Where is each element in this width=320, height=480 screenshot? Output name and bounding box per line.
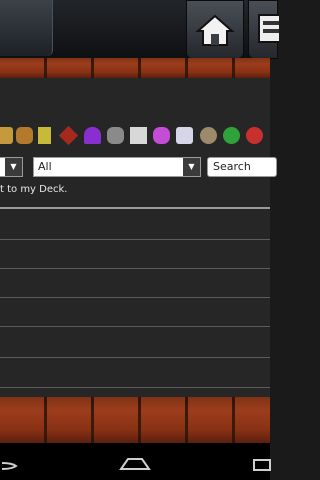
deck-icon bbox=[258, 14, 279, 43]
set-icon-8[interactable] bbox=[153, 127, 170, 144]
list-divider bbox=[0, 239, 270, 240]
left-tab[interactable] bbox=[0, 0, 53, 56]
set-icon-1[interactable] bbox=[0, 127, 13, 144]
set-icon-2[interactable] bbox=[16, 127, 33, 144]
list-divider bbox=[0, 268, 270, 269]
brick-band-top bbox=[0, 58, 270, 78]
set-icon-3[interactable] bbox=[38, 127, 51, 144]
home-icon bbox=[195, 14, 235, 46]
second-filter-value: All bbox=[38, 160, 52, 173]
nav-home-icon[interactable] bbox=[119, 456, 151, 472]
chevron-down-icon: ▼ bbox=[5, 158, 22, 176]
hint-text: t to my Deck. bbox=[0, 184, 68, 195]
set-icon-10[interactable] bbox=[200, 127, 217, 144]
set-icon-12[interactable] bbox=[246, 127, 263, 144]
deck-button[interactable] bbox=[248, 0, 279, 59]
search-input[interactable]: Search bbox=[207, 157, 277, 177]
set-icon-4[interactable] bbox=[58, 125, 79, 146]
set-icon-9[interactable] bbox=[176, 127, 193, 144]
list-divider bbox=[0, 326, 270, 327]
set-icon-11[interactable] bbox=[223, 127, 240, 144]
set-icon-7[interactable] bbox=[130, 127, 147, 144]
brick-band-bottom bbox=[0, 397, 270, 443]
list-divider bbox=[0, 357, 270, 358]
list-divider bbox=[0, 387, 270, 388]
list-divider bbox=[0, 297, 270, 298]
search-placeholder: Search bbox=[213, 160, 251, 173]
first-filter-select[interactable]: ▼ bbox=[0, 157, 23, 177]
second-filter-select[interactable]: All ▼ bbox=[33, 157, 201, 177]
navigation-bar bbox=[0, 443, 272, 480]
recents-icon[interactable] bbox=[252, 457, 272, 473]
chevron-down-icon: ▼ bbox=[183, 158, 200, 176]
set-icon-6[interactable] bbox=[107, 127, 124, 144]
home-button[interactable] bbox=[186, 0, 244, 59]
list-divider bbox=[0, 207, 270, 209]
set-icon-5[interactable] bbox=[84, 127, 101, 144]
back-icon[interactable] bbox=[0, 457, 20, 473]
